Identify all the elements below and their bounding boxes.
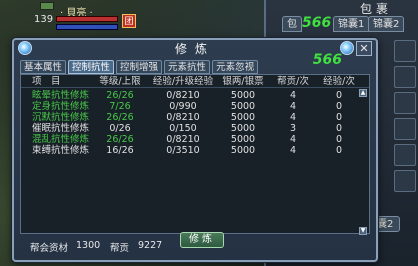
guild-funds-value: 1300 bbox=[76, 240, 101, 251]
row-level: 16/26 bbox=[106, 145, 134, 156]
bag-counter: 566 bbox=[302, 15, 332, 31]
col-header-contribution: 帮贡/次 bbox=[277, 76, 309, 87]
dialog-counter: 566 bbox=[312, 52, 342, 68]
col-header-item: 项 目 bbox=[32, 76, 61, 87]
cultivation-table: 项 目 等级/上限 经验/升级经验 银两/银票 帮贡/次 经验/次 眩晕抗性修炼… bbox=[20, 74, 370, 235]
table-header: 项 目 等级/上限 经验/升级经验 银两/银票 帮贡/次 经验/次 bbox=[21, 75, 369, 88]
bag-tab-pouch2[interactable]: 锦囊2 bbox=[368, 16, 405, 32]
bag-slot[interactable] bbox=[394, 92, 416, 114]
bag-slot[interactable] bbox=[394, 40, 416, 62]
bag-tab-main[interactable]: 包 bbox=[282, 16, 302, 32]
mp-bar bbox=[56, 24, 118, 30]
cultivation-dialog: 修炼 566 ✕ 基本属性 控制抗性 控制增强 元素抗性 元素忽视 项 目 等级… bbox=[12, 38, 378, 262]
bag-slot[interactable] bbox=[394, 170, 416, 192]
contribution-label: 帮贡 bbox=[110, 243, 130, 254]
tab-control-enhancement[interactable]: 控制增强 bbox=[116, 60, 163, 74]
tab-element-ignore[interactable]: 元素忽视 bbox=[212, 60, 259, 74]
row-exp: 0/3510 bbox=[166, 145, 200, 156]
table-scrollbar[interactable]: ▲ ▼ bbox=[359, 89, 367, 235]
col-header-silver: 银两/银票 bbox=[222, 76, 264, 87]
hp-bar bbox=[56, 16, 118, 22]
bag-tab-pouch1[interactable]: 锦囊1 bbox=[333, 16, 370, 32]
table-row[interactable]: 束缚抗性修炼 16/26 0/3510 5000 4 0 bbox=[21, 145, 369, 156]
player-hud: · 貝亮 · 139 团 bbox=[0, 0, 148, 38]
row-exp-gain: 0 bbox=[335, 145, 343, 156]
col-header-exp: 经验/升级经验 bbox=[152, 76, 214, 87]
row-contribution: 4 bbox=[289, 145, 297, 156]
bag-title: 包裹 bbox=[360, 2, 393, 16]
contribution-value: 9227 bbox=[138, 240, 163, 251]
player-level: 139 bbox=[34, 14, 54, 25]
scroll-down-arrow-icon[interactable]: ▼ bbox=[359, 227, 367, 235]
row-name: 束缚抗性修炼 bbox=[32, 145, 90, 156]
gem-ornament-icon bbox=[340, 41, 354, 55]
col-header-exp-gain: 经验/次 bbox=[323, 76, 355, 87]
tab-basic-attributes[interactable]: 基本属性 bbox=[20, 60, 67, 74]
tab-control-resistance[interactable]: 控制抗性 bbox=[68, 60, 115, 74]
col-header-level: 等级/上限 bbox=[99, 76, 141, 87]
tab-element-resistance[interactable]: 元素抗性 bbox=[164, 60, 211, 74]
guild-funds-label: 帮会资材 bbox=[30, 243, 69, 254]
category-tabs: 基本属性 控制抗性 控制增强 元素抗性 元素忽视 bbox=[20, 60, 259, 74]
bag-slot[interactable] bbox=[394, 144, 416, 166]
cultivate-button[interactable]: 修炼 bbox=[180, 232, 224, 248]
scroll-up-arrow-icon[interactable]: ▲ bbox=[359, 89, 367, 97]
hud-exp-bar bbox=[40, 2, 54, 10]
row-silver: 5000 bbox=[230, 145, 256, 156]
close-button[interactable]: ✕ bbox=[356, 41, 372, 56]
team-badge[interactable]: 团 bbox=[122, 14, 136, 28]
bag-slot[interactable] bbox=[394, 118, 416, 140]
bag-slot[interactable] bbox=[394, 66, 416, 88]
